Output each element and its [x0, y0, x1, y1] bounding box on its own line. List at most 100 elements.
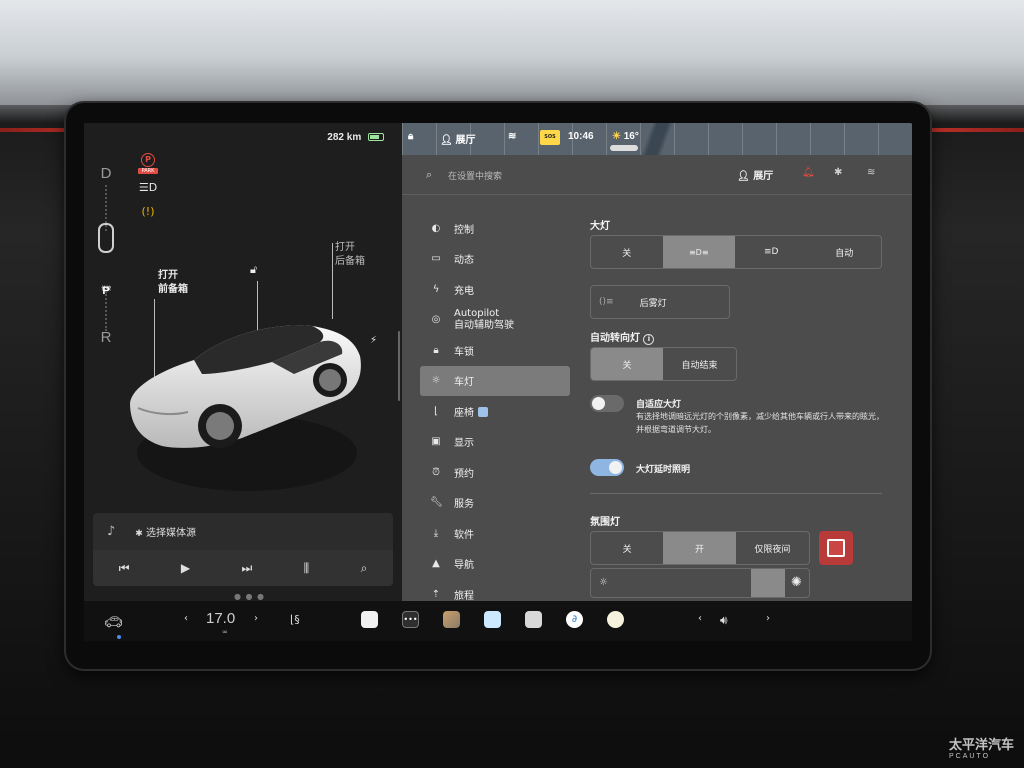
- gear-d[interactable]: D: [96, 165, 116, 182]
- car-model-image: [130, 325, 361, 491]
- nav-schedule[interactable]: ⏰︎ 预约: [420, 457, 570, 488]
- nav-scrollbar[interactable]: [398, 331, 400, 401]
- bolt-icon: ϟ: [432, 283, 440, 295]
- sos-icon[interactable]: SOS: [540, 130, 560, 145]
- browser-app-icon[interactable]: [484, 611, 501, 628]
- nav-label: 控制: [454, 224, 474, 236]
- nav-service[interactable]: 🔧︎ 服务: [420, 488, 570, 519]
- frunk-open-button[interactable]: 打开 前备箱: [158, 269, 188, 297]
- next-track-icon[interactable]: ⏭︎: [241, 561, 252, 576]
- calendar-app-icon[interactable]: [525, 611, 542, 628]
- download-icon: ⤓: [433, 527, 439, 539]
- wifi-icon[interactable]: ≋: [867, 167, 875, 178]
- adaptive-headlights-toggle[interactable]: [590, 395, 624, 412]
- background-window: [0, 0, 1024, 105]
- games-app-icon[interactable]: [443, 611, 460, 628]
- nav-label: 软件: [454, 529, 474, 541]
- temp-down-icon[interactable]: ‹: [184, 613, 188, 624]
- gear-r[interactable]: R: [96, 329, 116, 346]
- bell-icon[interactable]: 🔔︎: [802, 167, 815, 178]
- nav-label: 显示: [454, 438, 474, 450]
- previous-track-icon[interactable]: ⏮︎: [119, 561, 130, 576]
- search-icon[interactable]: ⌕: [361, 561, 368, 576]
- parking-light-icon: ≡D: [764, 247, 779, 257]
- steering-wheel-icon: ◎: [431, 314, 441, 326]
- info-icon[interactable]: i: [643, 334, 655, 345]
- rear-fog-label: 后雾灯: [639, 298, 667, 309]
- volume-up-icon[interactable]: ›: [766, 613, 770, 624]
- nav-charging[interactable]: ϟ 充电: [420, 274, 570, 305]
- status-profile[interactable]: 👤︎ 展厅: [440, 131, 475, 146]
- play-icon[interactable]: ▶︎: [181, 561, 190, 575]
- parking-brake-icon: P PARK: [138, 153, 158, 174]
- seat-heater-icon[interactable]: ⌊§: [290, 613, 300, 626]
- status-wifi-icon: ≋: [508, 131, 517, 142]
- watermark-sub: PCAUTO: [948, 753, 991, 760]
- ambient-color-swatch[interactable]: [819, 531, 853, 565]
- settings-search-input[interactable]: 在设置中搜索: [448, 169, 502, 182]
- nav-seats[interactable]: ⌊ 座椅: [420, 396, 570, 427]
- nav-navigation[interactable]: ▲ 导航: [420, 549, 570, 580]
- volume-icon[interactable]: 🔊︎: [720, 613, 728, 628]
- headlights-low-beam-option[interactable]: ≡D≡: [662, 236, 735, 268]
- settings-profile[interactable]: 👤︎ 展厅: [737, 167, 773, 182]
- more-apps-icon[interactable]: •••: [402, 611, 419, 628]
- media-source-row[interactable]: ♪ ✱ 选择媒体源: [93, 513, 393, 550]
- music-note-icon: ♪: [107, 524, 116, 539]
- auto-high-beam-segment: 关 自动结束: [590, 347, 737, 381]
- nav-label: 充电: [454, 285, 474, 297]
- auto-high-beam-off-option[interactable]: 关: [591, 348, 663, 380]
- light-icon: ☼: [431, 375, 441, 387]
- profile-icon: 👤︎: [737, 171, 750, 182]
- nav-display[interactable]: ▣ 显示: [420, 427, 570, 458]
- display-icon: ▣: [431, 436, 441, 448]
- headlights-parking-option[interactable]: ≡D: [735, 236, 808, 268]
- camera-app-icon[interactable]: [607, 611, 624, 628]
- temp-up-icon[interactable]: ›: [254, 613, 258, 624]
- bluetooth-icon[interactable]: ✱: [834, 167, 842, 178]
- tire-pressure-icon: (!): [141, 205, 155, 218]
- ambient-brightness-slider[interactable]: ☼ ✺: [590, 568, 810, 598]
- charge-port-icon[interactable]: ⚡︎: [370, 335, 377, 346]
- ambient-on-option[interactable]: 开: [663, 532, 736, 564]
- car-icon[interactable]: 🚗︎: [104, 613, 123, 631]
- nav-autopilot[interactable]: ◎ Autopilot 自动辅助驾驶: [420, 305, 570, 336]
- equalizer-icon[interactable]: ⫼: [304, 561, 310, 576]
- auto-high-beam-title: 自动转向灯 i: [590, 329, 655, 345]
- notes-app-icon[interactable]: [361, 611, 378, 628]
- unlock-icon[interactable]: 🔓︎: [250, 263, 257, 277]
- headlights-after-exit-toggle[interactable]: [590, 459, 624, 476]
- ambient-night-option[interactable]: 仅限夜间: [736, 532, 809, 564]
- nav-label-line2: 自动辅助驾驶: [454, 319, 514, 331]
- auto-high-beam-auto-option[interactable]: 自动结束: [663, 348, 736, 380]
- mini-map[interactable]: [402, 123, 912, 155]
- rear-fog-button[interactable]: ()≡ 后雾灯: [590, 285, 730, 319]
- rear-fog-icon: ()≡: [599, 297, 614, 307]
- nav-software[interactable]: ⤓ 软件: [420, 518, 570, 549]
- trip-icon: ⇡: [431, 588, 441, 600]
- nav-label: 动态: [454, 255, 474, 267]
- ambient-off-option[interactable]: 关: [591, 532, 663, 564]
- headlights-auto-option[interactable]: 自动: [808, 236, 882, 268]
- nav-dynamics[interactable]: ▭ 动态: [420, 244, 570, 275]
- search-icon: ⌕: [426, 168, 433, 181]
- range-readout: 282 km: [327, 132, 384, 143]
- nav-controls[interactable]: ◐ 控制: [420, 213, 570, 244]
- drawer-handle[interactable]: [610, 145, 638, 151]
- media-source-text: 选择媒体源: [146, 528, 197, 539]
- profile-icon: 👤︎: [440, 135, 453, 146]
- trunk-open-button[interactable]: 打开 后备箱: [335, 241, 365, 269]
- volume-down-icon[interactable]: ‹: [698, 613, 702, 624]
- ambient-title: 氛围灯: [590, 517, 620, 528]
- status-temperature: 16°: [623, 131, 639, 142]
- trunk-line1: 打开: [335, 242, 355, 253]
- headlights-off-option[interactable]: 关: [591, 236, 663, 268]
- toggle-knob: [592, 397, 605, 410]
- car-status-panel: 282 km D P 长按 R P PARK ☰D (!) 打开 前备箱 打开 …: [84, 123, 402, 601]
- cabin-temperature[interactable]: 17.0: [206, 610, 235, 627]
- mini-program-app-icon[interactable]: ∂: [566, 611, 583, 628]
- nav-label-line1: Autopilot: [454, 307, 500, 319]
- nav-lights[interactable]: ☼ 车灯: [420, 365, 570, 396]
- nav-locks[interactable]: 🔒︎ 车锁: [420, 335, 570, 366]
- slider-thumb[interactable]: [751, 569, 785, 597]
